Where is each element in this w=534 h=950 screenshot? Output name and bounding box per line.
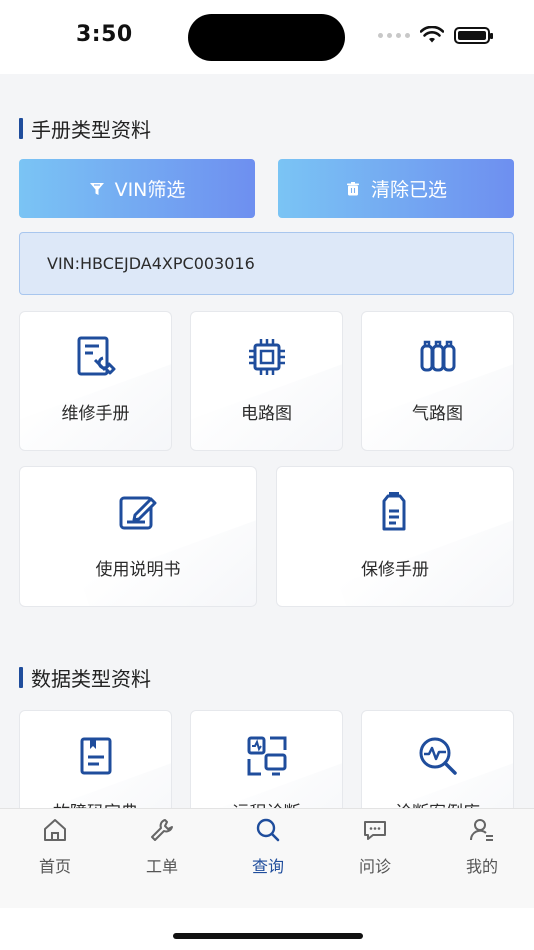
wifi-icon: [420, 26, 444, 43]
chat-icon: [364, 821, 386, 840]
section-title-data: 数据类型资料: [19, 663, 151, 692]
gas-cylinders-icon: [420, 340, 455, 372]
card-label: 电路图: [241, 404, 292, 424]
dtc-book-icon: [80, 737, 111, 775]
home-indicator[interactable]: [173, 933, 363, 939]
main-content: 手册类型资料 VIN筛选 清除已选 VIN:HBCEJDA4XPC003016 …: [0, 74, 534, 808]
card-label: 故障码字典: [20, 798, 171, 808]
card-label: 保修手册: [361, 560, 429, 580]
status-time: 3:50: [76, 22, 133, 47]
card-remote-diagnosis[interactable]: 远程诊断: [190, 710, 343, 808]
filter-icon: [89, 182, 104, 195]
card-dtc-dictionary[interactable]: 故障码字典: [19, 710, 172, 808]
card-label: 维修手册: [61, 404, 130, 424]
tab-profile[interactable]: 我的: [442, 817, 522, 877]
diagnosis-search-icon: [419, 737, 457, 775]
vin-display: VIN:HBCEJDA4XPC003016: [19, 232, 514, 295]
bottom-tab-bar: 首页 工单 查询 问诊 我的: [0, 808, 534, 908]
clear-selected-label: 清除已选: [370, 179, 447, 201]
section-title-manuals: 手册类型资料: [19, 114, 151, 143]
home-indicator-area: [0, 908, 534, 950]
tab-label: 工单: [145, 857, 178, 876]
remote-screen-icon: [247, 736, 286, 776]
tab-home[interactable]: 首页: [15, 817, 95, 877]
card-user-manual[interactable]: 使用说明书: [19, 466, 257, 607]
repair-manual-icon: [77, 336, 115, 376]
status-icons: [378, 26, 493, 44]
tab-query[interactable]: 查询: [228, 817, 308, 877]
tab-label: 问诊: [358, 857, 391, 876]
battery-icon: [454, 26, 493, 44]
tab-label: 我的: [465, 857, 498, 876]
signal-dots-icon: [378, 32, 410, 38]
tab-consult[interactable]: 问诊: [335, 817, 415, 877]
wrench-icon: [151, 819, 173, 841]
circuit-chip-icon: [248, 339, 285, 375]
tab-label: 首页: [38, 857, 71, 876]
vin-filter-button[interactable]: VIN筛选: [19, 159, 255, 218]
clear-selected-button[interactable]: 清除已选: [278, 159, 514, 218]
card-warranty-manual[interactable]: 保修手册: [276, 466, 514, 607]
card-label: 气路图: [412, 404, 463, 424]
card-label: 诊断案例库: [362, 798, 513, 808]
search-icon: [256, 818, 280, 842]
card-repair-manual[interactable]: 维修手册: [19, 311, 172, 451]
card-label: 远程诊断: [191, 798, 342, 808]
vin-text: VIN:HBCEJDA4XPC003016: [47, 254, 255, 273]
edit-document-icon: [119, 496, 157, 530]
tab-label: 查询: [251, 857, 284, 876]
tab-work-orders[interactable]: 工单: [122, 817, 202, 877]
warranty-bottle-icon: [382, 492, 406, 531]
card-label: 使用说明书: [95, 560, 181, 580]
card-diagnosis-cases[interactable]: 诊断案例库: [361, 710, 514, 808]
card-gas-diagram[interactable]: 气路图: [361, 311, 514, 451]
card-circuit-diagram[interactable]: 电路图: [190, 311, 343, 451]
home-icon: [44, 819, 66, 841]
vin-filter-label: VIN筛选: [114, 179, 186, 201]
dynamic-island: [188, 14, 345, 61]
trash-icon: [346, 181, 359, 195]
status-bar: 3:50: [0, 0, 534, 74]
user-icon: [469, 819, 493, 841]
